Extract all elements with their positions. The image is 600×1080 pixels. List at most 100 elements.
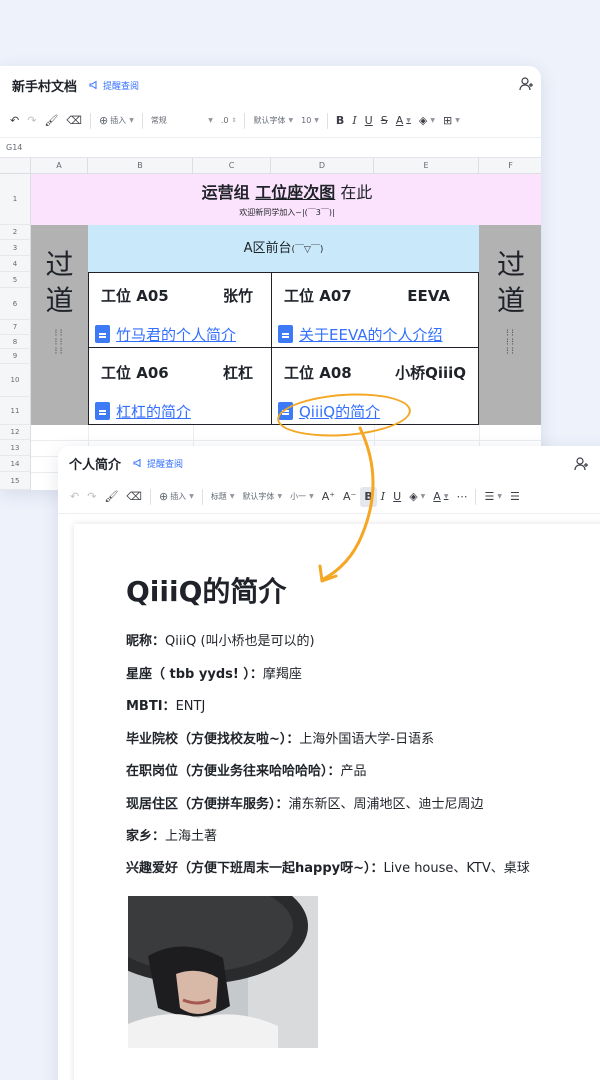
seat-number: 工位 A06 bbox=[101, 363, 169, 382]
field-mbti[interactable]: MBTI：ENTJ bbox=[126, 695, 205, 714]
front-desk-emoji: (￣▽￣) bbox=[291, 245, 324, 255]
seat-header[interactable]: 工位 A05 张竹 bbox=[89, 273, 271, 318]
doc-window-title[interactable]: 个人简介 bbox=[69, 454, 121, 473]
seat-header[interactable]: 工位 A06 杠杠 bbox=[89, 348, 271, 396]
sheet-toolbar: ↶ ↷ 🖌 ⌫ ⊕ 插入 ▼ 常规 ▼ .0 ⇕ 默认字体 ▼ 10 ▼ B I U S A… bbox=[0, 104, 541, 138]
chevron-down-icon: ▼ bbox=[314, 117, 319, 124]
cell-reference[interactable]: G14 bbox=[0, 138, 541, 158]
field-nickname[interactable]: 昵称：QiiiQ (叫小桥也是可以的) bbox=[126, 630, 315, 649]
column-header-b[interactable]: B bbox=[88, 158, 193, 174]
seat-block-a07: 工位 A07 EEVA 关于EEVA的个人介绍 bbox=[271, 272, 479, 349]
row-header-14[interactable]: 14 bbox=[0, 456, 31, 472]
undo-icon[interactable]: ↶ bbox=[66, 487, 83, 507]
row-header-1[interactable]: 1 bbox=[0, 174, 31, 225]
row-header-9[interactable]: 9 bbox=[0, 349, 31, 364]
insert-plus-icon: ⊕ bbox=[158, 490, 169, 503]
font-family-select[interactable]: 默认字体 ▼ bbox=[249, 111, 297, 131]
seat-occupant: 杠杠 bbox=[222, 363, 253, 382]
insert-label: 插入 bbox=[110, 116, 127, 125]
sheet-remind-button[interactable]: 提醒查阅 bbox=[89, 79, 139, 92]
field-value: 产品 bbox=[340, 764, 367, 779]
seating-chart-header-cell[interactable]: 运营组 工位座次图 在此 欢迎新同学加入~|(￣3￣)| bbox=[31, 174, 541, 225]
column-header-e[interactable]: E bbox=[374, 158, 479, 174]
seat-header[interactable]: 工位 A08 小桥QiiiQ bbox=[272, 348, 478, 396]
undo-icon[interactable]: ↶ bbox=[6, 111, 23, 131]
aisle-right-cell[interactable]: 过 道 ⁝⁝ ⁝⁝ ⁝⁝ bbox=[479, 225, 541, 425]
doc-heading[interactable]: QiiiQ的简介 bbox=[126, 570, 286, 610]
front-desk-cell[interactable]: A区前台(￣▽￣) bbox=[88, 225, 479, 272]
eraser-icon[interactable]: ⌫ bbox=[122, 487, 146, 507]
insert-menu[interactable]: ⊕ 插入 ▼ bbox=[95, 111, 138, 131]
row-header-4[interactable]: 4 bbox=[0, 256, 31, 272]
seat-header[interactable]: 工位 A07 EEVA bbox=[272, 273, 478, 318]
decimal-stepper[interactable]: .0 ⇕ bbox=[217, 111, 241, 131]
column-header-f[interactable]: F bbox=[479, 158, 541, 174]
more-icon[interactable]: ⋯ bbox=[452, 487, 471, 507]
bullet-list-icon[interactable]: ☰ ▼ bbox=[480, 487, 506, 507]
format-painter-icon[interactable]: 🖌 bbox=[100, 487, 122, 507]
profile-link[interactable]: 杠杠的简介 bbox=[95, 398, 271, 424]
border-icon[interactable]: ⊞ ▼ bbox=[439, 111, 464, 131]
row-header-3[interactable]: 3 bbox=[0, 240, 31, 256]
connector-arrow-icon bbox=[318, 426, 375, 583]
column-header-c[interactable]: C bbox=[193, 158, 271, 174]
field-label: 在职岗位（方便业务往来哈哈哈哈）： bbox=[126, 764, 341, 779]
heading-select[interactable]: 标题 ▼ bbox=[207, 487, 239, 507]
field-hometown[interactable]: 家乡：上海土著 bbox=[126, 825, 217, 844]
insert-plus-icon: ⊕ bbox=[98, 114, 109, 127]
seat-number: 工位 A05 bbox=[101, 287, 169, 305]
row-header-11[interactable]: 11 bbox=[0, 397, 31, 425]
add-collaborator-icon[interactable] bbox=[574, 456, 590, 472]
redo-icon[interactable]: ↷ bbox=[83, 487, 100, 507]
text-color-icon[interactable]: A ▼ bbox=[392, 111, 415, 131]
field-residence[interactable]: 现居住区（方便拼车服务）：浦东新区、周浦地区、迪士尼周边 bbox=[126, 793, 484, 812]
font-family-select[interactable]: 默认字体 ▼ bbox=[238, 487, 286, 507]
format-painter-icon[interactable]: 🖌 bbox=[40, 111, 62, 131]
seat-block-a05: 工位 A05 张竹 竹马君的个人简介 bbox=[88, 272, 272, 349]
spreadsheet-window: 新手村文档 提醒查阅 ↶ ↷ 🖌 ⌫ ⊕ 插入 ▼ 常规 ▼ .0 ⇕ 默认字体 ▼ 10… bbox=[0, 66, 541, 490]
numbered-list-icon[interactable]: ☰ bbox=[506, 487, 524, 507]
row-header-10[interactable]: 10 bbox=[0, 364, 31, 397]
text-color-icon[interactable]: A ▼ bbox=[429, 487, 452, 507]
column-header-a[interactable]: A bbox=[31, 158, 88, 174]
add-collaborator-icon[interactable] bbox=[519, 76, 535, 92]
italic-icon[interactable]: I bbox=[348, 111, 360, 131]
row-header-7[interactable]: 7 bbox=[0, 320, 31, 335]
profile-link[interactable]: 关于EEVA的个人介绍 bbox=[278, 320, 478, 348]
fill-color-icon[interactable]: ◈ ▼ bbox=[415, 111, 439, 131]
field-zodiac[interactable]: 星座（ tbb yyds! ）：摩羯座 bbox=[126, 663, 302, 682]
field-position[interactable]: 在职岗位（方便业务往来哈哈哈哈）：产品 bbox=[126, 760, 367, 779]
doc-remind-button[interactable]: 提醒查阅 bbox=[133, 457, 183, 470]
field-school[interactable]: 毕业院校（方便找校友啦~）：上海外国语大学-日语系 bbox=[126, 728, 434, 747]
column-header-d[interactable]: D bbox=[271, 158, 374, 174]
row-header-2[interactable]: 2 bbox=[0, 225, 31, 240]
row-header-15[interactable]: 15 bbox=[0, 472, 31, 490]
chevron-down-icon: ▼ bbox=[420, 493, 426, 500]
profile-link[interactable]: 竹马君的个人简介 bbox=[95, 320, 271, 348]
aisle-left-cell[interactable]: 过 道 ⁝⁝ ⁝⁝ ⁝⁝ bbox=[31, 225, 88, 425]
sheet-title[interactable]: 新手村文档 bbox=[12, 76, 77, 95]
redo-icon[interactable]: ↷ bbox=[23, 111, 40, 131]
number-format-select[interactable]: 常规 ▼ bbox=[147, 111, 217, 131]
row-header-8[interactable]: 8 bbox=[0, 335, 31, 349]
select-all-corner[interactable] bbox=[0, 158, 31, 174]
seat-occupant: 张竹 bbox=[222, 287, 253, 305]
profile-photo[interactable] bbox=[128, 896, 318, 1048]
field-hobbies[interactable]: 兴趣爱好（方便下班周末一起happy呀~）：Live house、KTV、桌球 bbox=[126, 857, 530, 876]
field-label: 现居住区（方便拼车服务）： bbox=[126, 797, 289, 812]
row-header-5[interactable]: 5 bbox=[0, 272, 31, 288]
font-size-select[interactable]: 10 ▼ bbox=[297, 111, 323, 131]
seating-chart-title: 运营组 工位座次图 在此 bbox=[31, 179, 541, 203]
field-label: 昵称： bbox=[126, 634, 166, 649]
strikethrough-icon[interactable]: S bbox=[377, 111, 392, 131]
bold-icon[interactable]: B bbox=[332, 111, 348, 131]
eraser-icon[interactable]: ⌫ bbox=[62, 111, 86, 131]
field-label: 星座（ tbb yyds! ）： bbox=[126, 667, 263, 682]
row-header-13[interactable]: 13 bbox=[0, 440, 31, 456]
row-header-6[interactable]: 6 bbox=[0, 288, 31, 320]
row-header-12[interactable]: 12 bbox=[0, 425, 31, 440]
chevron-down-icon: ▼ bbox=[189, 493, 194, 500]
underline-icon[interactable]: U bbox=[361, 111, 377, 131]
aisle-char: 道 bbox=[45, 284, 74, 317]
insert-menu[interactable]: ⊕ 插入 ▼ bbox=[155, 487, 198, 507]
